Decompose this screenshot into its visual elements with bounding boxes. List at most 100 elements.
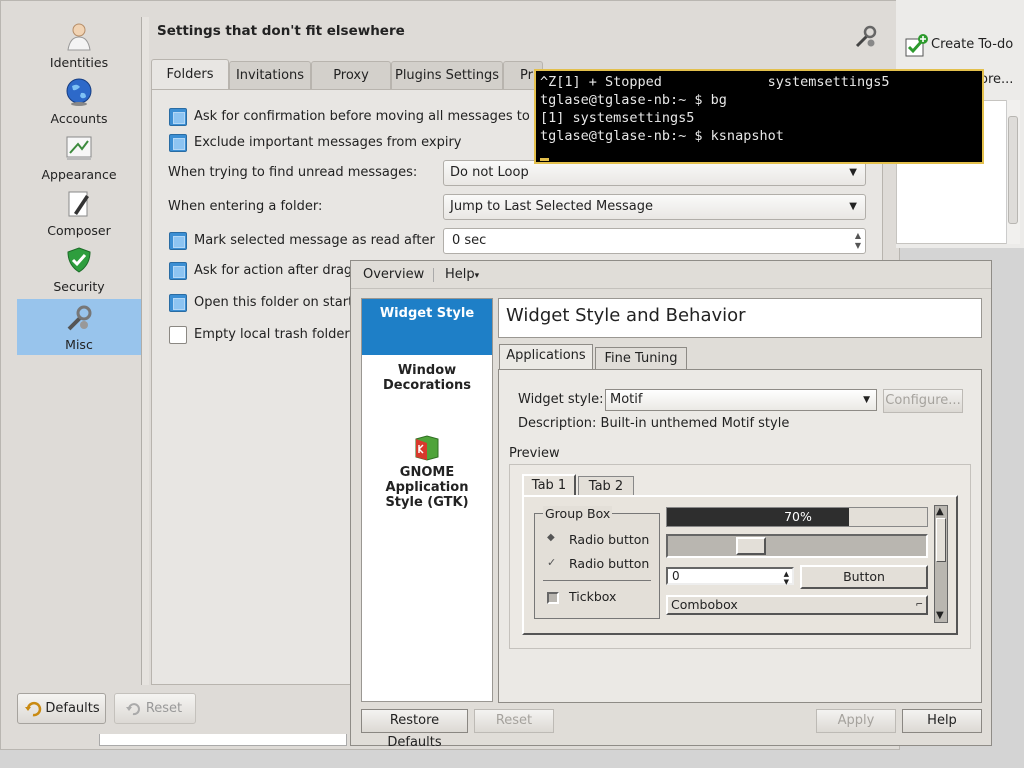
scroll-down-icon[interactable]: ▼ xyxy=(936,610,944,622)
tab-fine-tuning[interactable]: Fine Tuning xyxy=(595,347,687,371)
category-widget-style[interactable]: Widget Style xyxy=(362,299,492,355)
group-box-title: Group Box xyxy=(543,506,613,521)
ask-action-checkbox[interactable] xyxy=(169,262,187,280)
configure-button[interactable]: Configure... xyxy=(883,389,963,413)
preview-spinbox-value: 0 xyxy=(672,569,680,583)
tickbox-square[interactable] xyxy=(547,592,559,604)
spin-down-icon[interactable]: ▼ xyxy=(784,575,789,589)
mark-read-label: Mark selected message as read after xyxy=(194,233,435,248)
apply-button[interactable]: Apply xyxy=(816,709,896,733)
scrollbar-thumb[interactable] xyxy=(936,518,946,562)
restore-defaults-button[interactable]: Restore Defaults xyxy=(361,709,468,750)
create-todo-link[interactable]: Create To-do xyxy=(931,37,1013,52)
widget-style-select[interactable]: Motif ▼ xyxy=(605,389,877,411)
tab-invitations[interactable]: Invitations xyxy=(229,61,311,89)
unread-messages-label: When trying to find unread messages: xyxy=(168,165,418,180)
open-folder-label: Open this folder on startu xyxy=(194,295,362,310)
slider-handle[interactable] xyxy=(736,537,766,555)
applications-tab-panel: Widget style: Motif ▼ Configure... Descr… xyxy=(498,369,982,703)
terminal-window[interactable]: ^Z[1] + Stopped systemsettings5 tglase@t… xyxy=(534,69,984,164)
more-link[interactable]: ore... xyxy=(980,72,1013,87)
defaults-button-label: Defaults xyxy=(45,701,100,716)
group-box-divider xyxy=(543,580,651,581)
empty-trash-label: Empty local trash folder o xyxy=(194,327,362,342)
reset-button-label: Reset xyxy=(145,701,183,716)
sidebar-item-security[interactable]: Security xyxy=(17,241,141,297)
reset-button[interactable]: Reset xyxy=(114,693,196,724)
sidebar-item-accounts[interactable]: Accounts xyxy=(17,73,141,129)
sidebar-item-label: Appearance xyxy=(41,167,117,182)
composer-pen-icon xyxy=(68,191,89,217)
page-title: Settings that don't fit elsewhere xyxy=(157,23,405,39)
tab-folders[interactable]: Folders xyxy=(151,59,229,90)
sidebar-splitter[interactable] xyxy=(141,17,149,685)
exclude-expiry-label: Exclude important messages from expiry xyxy=(194,135,462,150)
radio-diamond-icon[interactable]: ◆ xyxy=(547,532,555,543)
preview-combobox-value: Combobox xyxy=(671,597,738,612)
preview-progress-bar: 70% xyxy=(666,507,928,527)
preview-button[interactable]: Button xyxy=(800,565,928,589)
category-gtk-style[interactable]: GNOME Application Style (GTK) xyxy=(362,465,492,513)
tab-plugins-settings[interactable]: Plugins Settings xyxy=(391,61,503,89)
menu-help-label: Help xyxy=(445,267,475,282)
terminal-line: ^Z[1] + Stopped systemsettings5 xyxy=(540,74,890,90)
scrollbar-thumb[interactable] xyxy=(1008,116,1018,224)
category-window-decorations[interactable]: Window Decorations xyxy=(362,363,492,403)
appearance-icon xyxy=(66,136,92,160)
help-button[interactable]: Help xyxy=(902,709,982,733)
empty-trash-checkbox[interactable] xyxy=(169,326,187,344)
chevron-down-icon: ▼ xyxy=(863,395,870,405)
widget-style-value: Motif xyxy=(610,392,643,407)
preview-slider[interactable] xyxy=(666,534,928,558)
preview-combobox[interactable]: Combobox ⌐ xyxy=(666,595,928,615)
preview-tab-1[interactable]: Tab 1 xyxy=(522,474,576,497)
misc-tools-icon xyxy=(67,305,92,331)
progress-text: 70% xyxy=(784,509,812,524)
dialog-reset-button[interactable]: Reset xyxy=(474,709,554,733)
unread-loop-value: Do not Loop xyxy=(450,165,529,180)
open-folder-checkbox[interactable] xyxy=(169,294,187,312)
sidebar-item-misc[interactable]: Misc xyxy=(17,299,141,355)
scroll-up-icon[interactable]: ▲ xyxy=(936,506,944,518)
radio-check-icon[interactable]: ✓ xyxy=(547,556,556,569)
widget-style-label: Widget style: xyxy=(518,392,604,407)
menu-help[interactable]: Help▾ xyxy=(445,267,479,282)
style-preview: Tab 1 Tab 2 Group Box ◆ Radio button ✓ R… xyxy=(509,464,971,649)
background-text-field xyxy=(99,734,347,746)
sidebar-item-label: Security xyxy=(53,279,105,294)
style-tabbar: Applications Fine Tuning xyxy=(498,344,982,371)
spin-down-icon[interactable]: ▼ xyxy=(855,242,861,250)
terminal-cursor xyxy=(540,158,549,161)
entering-folder-select[interactable]: Jump to Last Selected Message ▼ xyxy=(443,194,866,220)
mark-read-delay-spinbox[interactable]: 0 sec ▲ ▼ xyxy=(443,228,866,254)
ask-action-label: Ask for action after dragg xyxy=(194,263,361,278)
ask-confirm-checkbox[interactable] xyxy=(169,108,187,126)
sidebar-item-identities[interactable]: Identities xyxy=(17,17,141,73)
identities-icon xyxy=(67,23,91,51)
tab-proxy[interactable]: Proxy xyxy=(311,61,391,89)
sidebar-item-composer[interactable]: Composer xyxy=(17,185,141,241)
sidebar-item-appearance[interactable]: Appearance xyxy=(17,129,141,185)
defaults-button[interactable]: Defaults xyxy=(17,693,106,724)
sidebar-item-label: Accounts xyxy=(50,111,108,126)
mark-read-delay-value: 0 sec xyxy=(452,233,487,248)
exclude-expiry-checkbox[interactable] xyxy=(169,134,187,152)
mark-read-checkbox[interactable] xyxy=(169,232,187,250)
preview-label: Preview xyxy=(509,446,560,461)
tickbox-label: Tickbox xyxy=(569,589,617,604)
group-box: Group Box ◆ Radio button ✓ Radio button … xyxy=(534,506,660,619)
tab-applications[interactable]: Applications xyxy=(499,344,593,371)
chevron-down-icon: ▼ xyxy=(849,201,857,212)
menu-divider xyxy=(433,268,434,282)
menu-overview[interactable]: Overview xyxy=(363,267,424,282)
ask-confirm-label: Ask for confirmation before moving all m… xyxy=(194,109,553,124)
terminal-line: tglase@tglase-nb:~ $ bg xyxy=(540,92,727,108)
misc-tools-icon xyxy=(855,25,877,48)
radio-button-1-label: Radio button xyxy=(569,532,650,547)
sidebar-item-label: Composer xyxy=(47,223,111,238)
sidebar-item-label: Identities xyxy=(49,55,109,70)
spin-up-icon[interactable]: ▲ xyxy=(855,232,861,240)
menu-help-arrow-icon: ▾ xyxy=(474,271,480,281)
preview-spinbox[interactable]: 0 ▲ ▼ xyxy=(666,567,794,586)
preview-scrollbar[interactable]: ▲ ▼ xyxy=(934,505,948,623)
